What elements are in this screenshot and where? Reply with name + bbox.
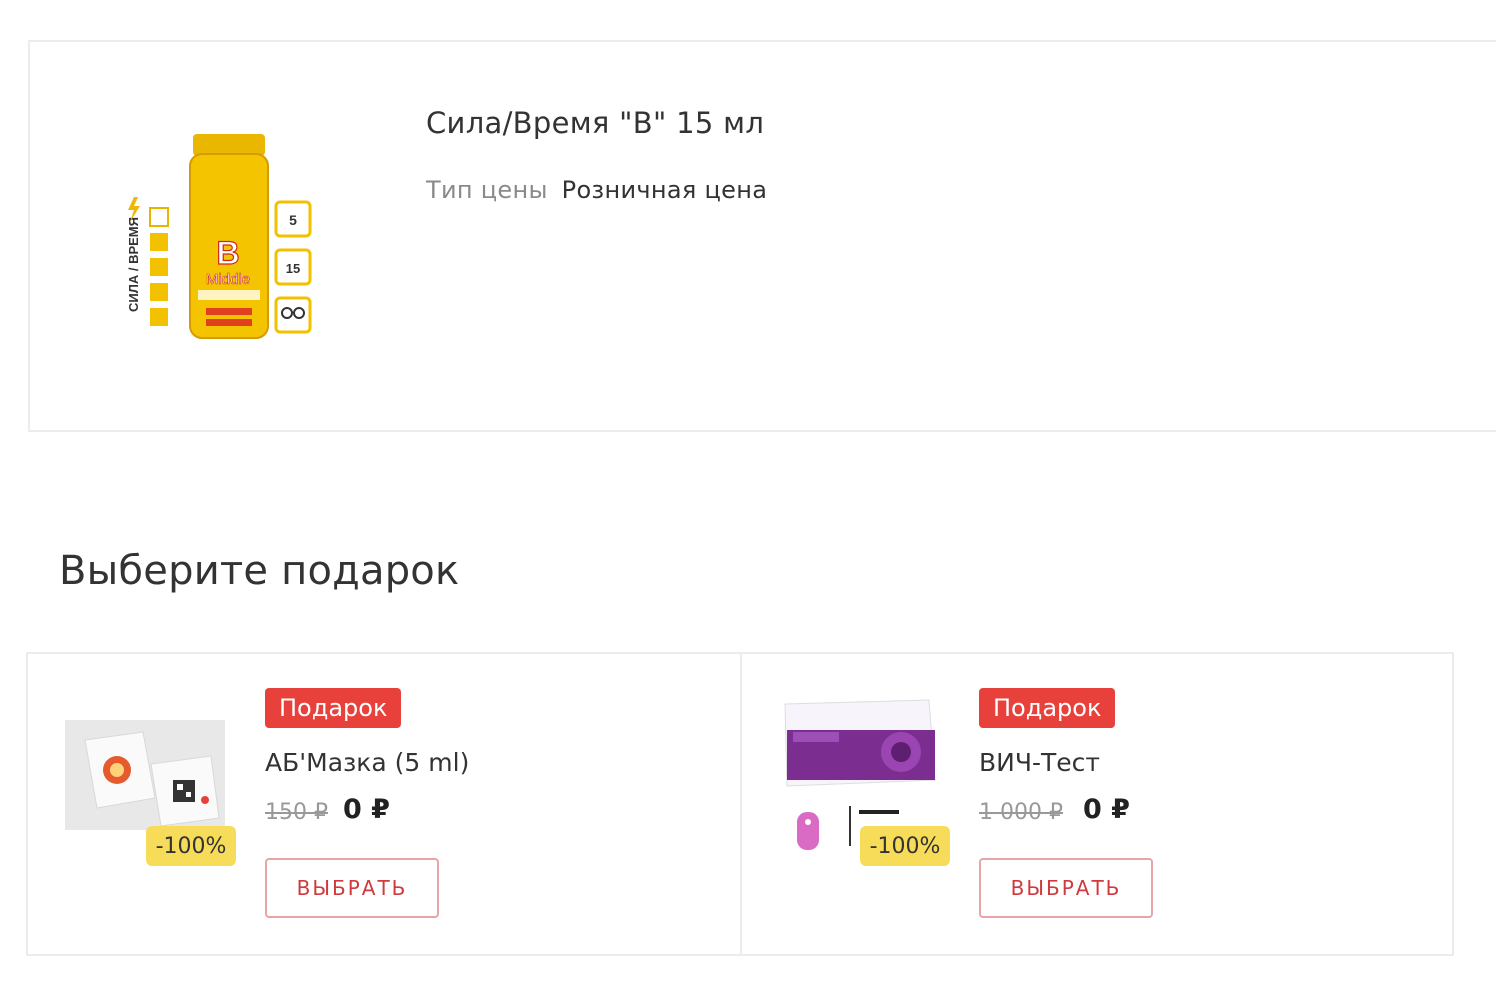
old-price: 150 ₽ [265, 800, 328, 825]
discount-badge: -100% [146, 826, 236, 866]
svg-text:Middle: Middle [206, 271, 250, 288]
product-card: СИЛА / ВРЕМЯ B Middle 5 15 Сила/Время "В… [28, 40, 1496, 432]
price-type: Тип цены Розничная цена [426, 176, 767, 204]
discount-badge: -100% [860, 826, 950, 866]
svg-text:5: 5 [289, 212, 297, 228]
price-type-value: Розничная цена [561, 176, 768, 204]
svg-text:15: 15 [286, 261, 300, 276]
svg-text:СИЛА / ВРЕМЯ: СИЛА / ВРЕМЯ [126, 217, 141, 312]
product-title[interactable]: Сила/Время "В" 15 мл [426, 106, 764, 140]
gift-grid: -100% Подарок АБ'Мазка (5 ml) 150 ₽ 0 ₽ … [26, 652, 1454, 956]
select-gift-button[interactable]: ВЫБРАТЬ [979, 858, 1153, 918]
gift-name[interactable]: АБ'Мазка (5 ml) [265, 748, 469, 777]
price-type-label: Тип цены [426, 176, 548, 204]
gift-name[interactable]: ВИЧ-Тест [979, 748, 1100, 777]
select-gift-button[interactable]: ВЫБРАТЬ [265, 858, 439, 918]
new-price: 0 ₽ [1083, 794, 1130, 825]
old-price: 1 000 ₽ [979, 800, 1063, 825]
svg-text:B: B [216, 235, 239, 271]
gift-card: -100% Подарок ВИЧ-Тест 1 000 ₽ 0 ₽ ВЫБРА… [740, 654, 1452, 954]
product-image[interactable]: СИЛА / ВРЕМЯ B Middle 5 15 [120, 122, 340, 352]
gift-card: -100% Подарок АБ'Мазка (5 ml) 150 ₽ 0 ₽ … [28, 654, 740, 954]
gift-section-title: Выберите подарок [59, 548, 460, 594]
gift-tag: Подарок [265, 688, 402, 728]
gift-tag: Подарок [979, 688, 1116, 728]
new-price: 0 ₽ [343, 794, 390, 825]
gift-image-sachet[interactable] [65, 720, 225, 830]
